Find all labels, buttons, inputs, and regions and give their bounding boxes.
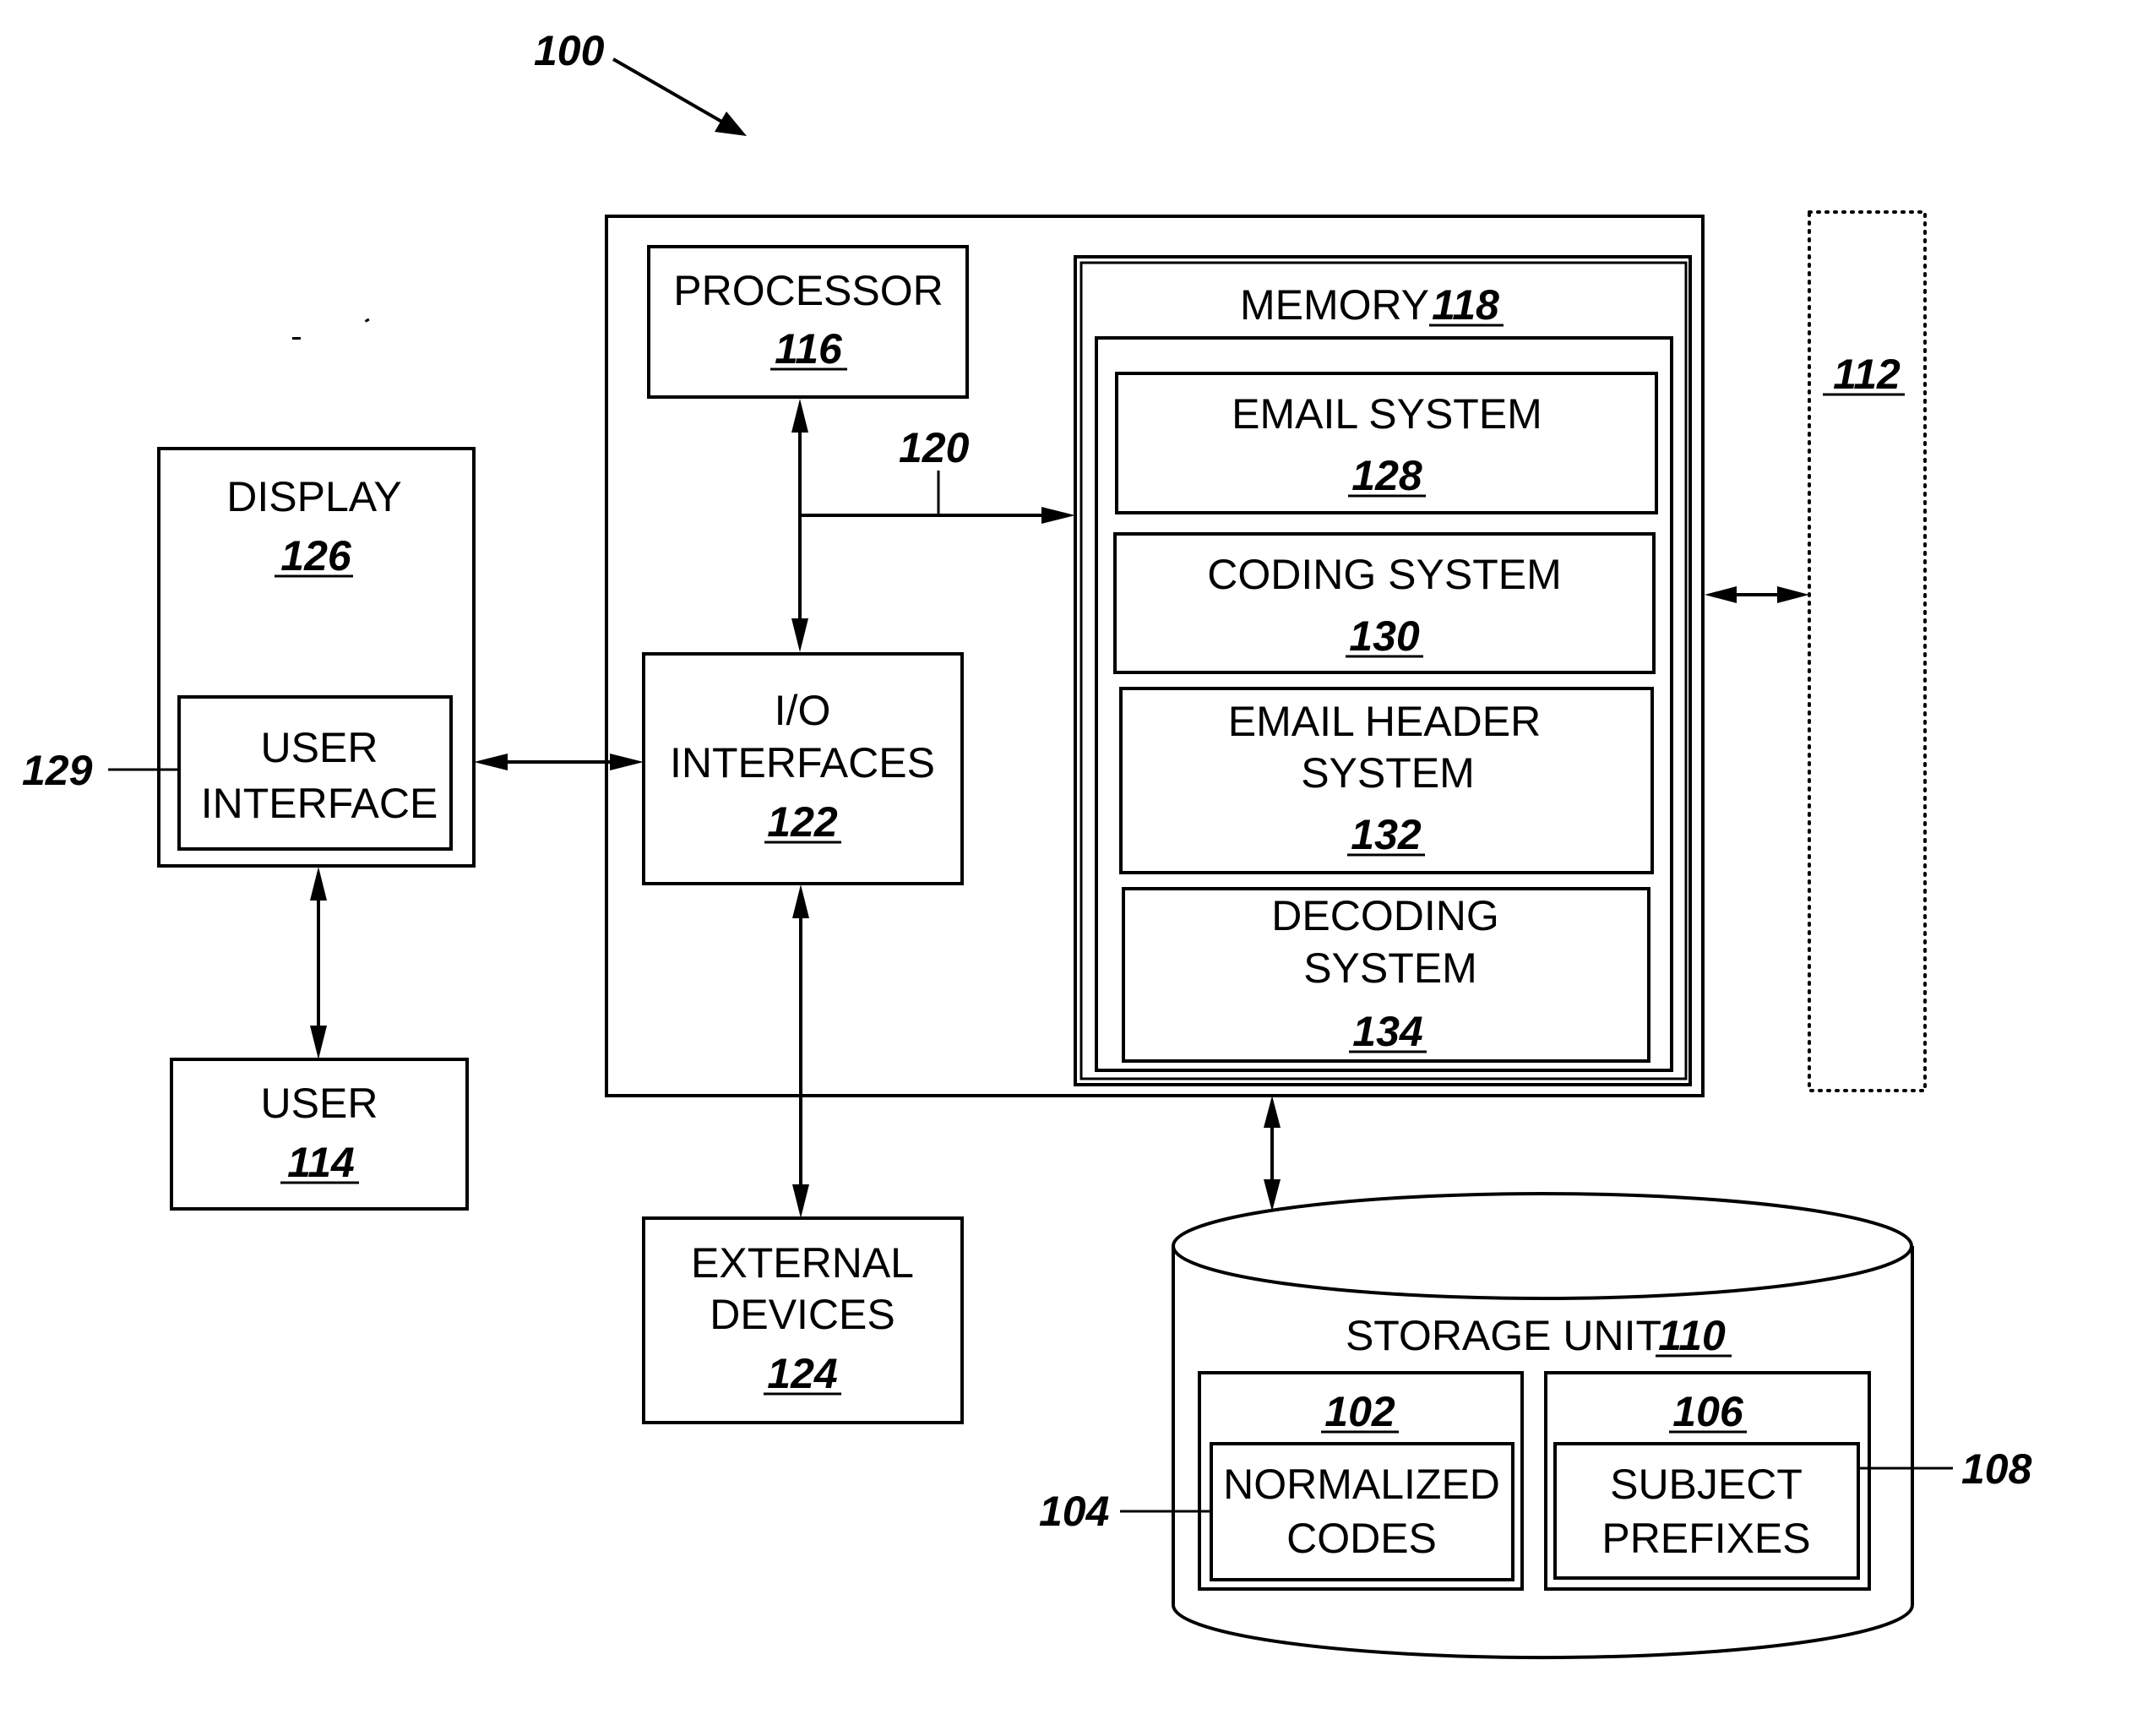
coding-system-label: CODING SYSTEM [1207,551,1561,598]
external-label-line1: EXTERNAL [691,1239,914,1287]
bus: 120 [791,399,1075,652]
normalized-codes-ref-callout: 104 [1039,1488,1211,1535]
arrow-down-icon [1264,1179,1281,1211]
processor-ref: 116 [775,325,843,373]
memory-label: MEMORY [1240,281,1429,329]
memory-storage-connector [1264,1096,1281,1211]
user-block[interactable]: USER 114 [170,1058,469,1211]
arrow-up-icon [792,884,809,918]
memory-block[interactable]: MEMORY 118 EMAIL SYSTEM 128 CODING SYSTE… [1074,255,1692,1086]
user-interface-ref: 129 [22,747,93,794]
bus-ref: 120 [899,424,970,471]
storage-cylinder-body[interactable] [1172,1246,1914,1660]
user-ref: 114 [287,1139,355,1186]
email-system-ref: 128 [1351,452,1422,499]
subject-prefixes-line2: PREFIXES [1601,1515,1810,1562]
bus-to-memory-arrow-icon [1041,507,1075,524]
figure-number: 100 [534,27,605,74]
system-diagram: 100 PROCESSOR 116 120 I/O INTERFACES 122… [22,27,2032,1660]
memory-network-connector [1705,586,1809,603]
bus-down-arrow-icon [791,618,808,652]
user-interface-line1: USER [261,724,378,771]
storage-label: STORAGE UNIT [1346,1312,1661,1359]
display-block[interactable]: DISPLAY 126 USER INTERFACE [157,447,476,868]
io-interfaces-block[interactable]: I/O INTERFACES 122 [642,652,964,885]
subject-prefixes-line1: SUBJECT [1610,1461,1803,1508]
subject-prefixes-ref: 108 [1961,1445,2032,1493]
processor-label: PROCESSOR [673,267,943,314]
decoding-system-ref: 134 [1352,1008,1422,1055]
email-header-system-ref: 132 [1351,811,1422,858]
arrow-down-icon [792,1184,809,1218]
user-interface-block[interactable]: USER INTERFACE [177,695,453,851]
normalized-codes-line2: CODES [1286,1515,1437,1562]
network-block[interactable]: 112 [1808,210,1927,1092]
arrow-up-icon [310,867,327,901]
figure-reference: 100 [534,27,747,136]
normalized-codes-group[interactable]: 102 NORMALIZED CODES [1198,1371,1524,1591]
processor-block[interactable]: PROCESSOR 116 [647,245,969,399]
scan-artifact [292,337,301,340]
io-label-line1: I/O [775,687,831,734]
email-header-label-line2: SYSTEM [1301,749,1475,797]
network-ref: 112 [1833,351,1901,398]
user-interface-line2: INTERFACE [201,780,438,827]
display-io-connector [474,754,644,770]
storage-cylinder-top [1172,1192,1913,1300]
scan-artifact [364,318,370,323]
arrow-down-icon [310,1026,327,1059]
network-dotted-box[interactable] [1808,210,1927,1092]
user-label: USER [261,1080,378,1127]
subject-prefixes-group[interactable]: 106 SUBJECT PREFIXES [1544,1371,1871,1591]
figure-arrow-head-icon [715,112,747,136]
normalized-codes-ref: 104 [1039,1488,1109,1535]
display-ref: 126 [280,532,352,580]
memory-module-coding-system[interactable]: CODING SYSTEM 130 [1113,532,1656,674]
coding-system-ref: 130 [1349,612,1420,660]
arrow-up-icon [1264,1096,1281,1128]
arrow-left-icon [474,754,508,770]
arrow-right-icon [610,754,644,770]
email-header-label-line1: EMAIL HEADER [1228,698,1541,745]
computer-box[interactable] [605,215,1705,1097]
bus-up-arrow-icon [791,399,808,433]
storage-unit-block[interactable]: STORAGE UNIT 110 102 NORMALIZED CODES 10… [1172,1192,1914,1660]
decoding-label-line1: DECODING [1271,892,1498,939]
figure-arrow-line [612,57,726,125]
memory-module-decoding-system[interactable]: DECODING SYSTEM 134 [1122,887,1650,1063]
decoding-label-line2: SYSTEM [1303,944,1477,992]
memory-ref: 118 [1432,281,1499,329]
memory-module-email-header-system[interactable]: EMAIL HEADER SYSTEM 132 [1119,687,1654,874]
arrow-right-icon [1777,586,1809,603]
email-system-label: EMAIL SYSTEM [1232,390,1542,438]
arrow-left-icon [1705,586,1737,603]
subject-prefixes-ref-callout: 108 [1858,1445,2032,1493]
io-label-line2: INTERFACES [670,739,935,786]
memory-module-email-system[interactable]: EMAIL SYSTEM 128 [1115,372,1658,514]
external-devices-block[interactable]: EXTERNAL DEVICES 124 [642,1216,964,1424]
display-label: DISPLAY [226,473,402,520]
io-ref: 122 [767,798,838,846]
storage-ref: 110 [1658,1312,1726,1359]
group-106-ref: 106 [1672,1388,1744,1435]
user-interface-ref-callout: 129 [22,747,179,794]
normalized-codes-line1: NORMALIZED [1223,1461,1500,1508]
group-102-ref: 102 [1324,1388,1395,1435]
display-user-connector [310,867,327,1059]
io-external-connector [792,884,809,1218]
external-label-line2: DEVICES [710,1291,895,1338]
external-ref: 124 [767,1350,837,1397]
